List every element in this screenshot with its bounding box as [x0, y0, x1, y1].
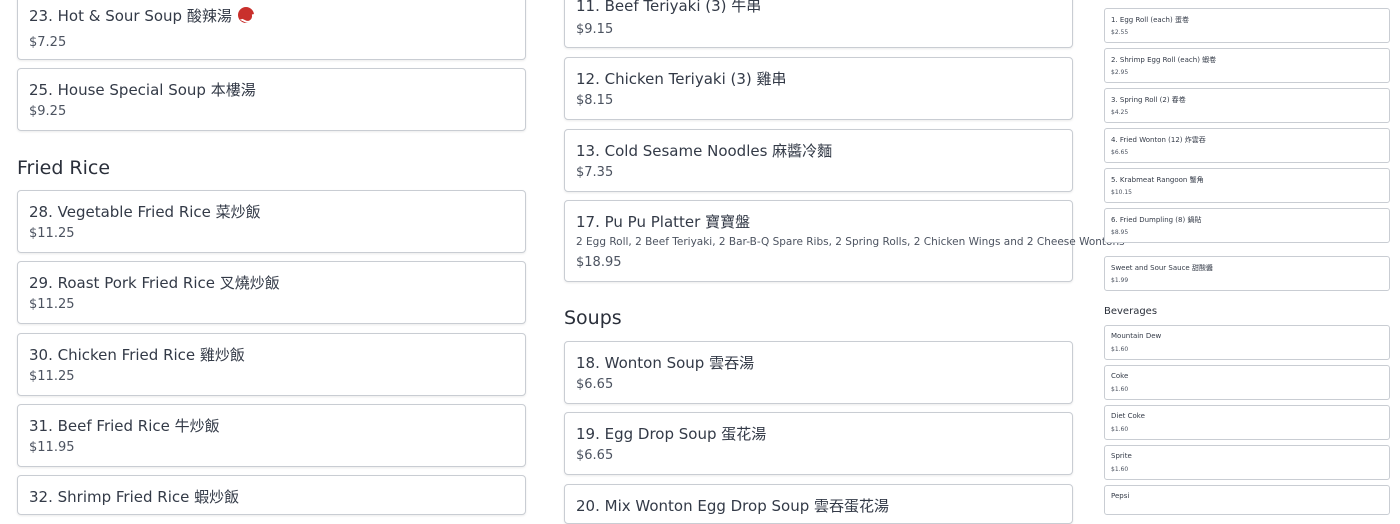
menu-item-price: $11.25 — [29, 369, 75, 384]
menu-item-card[interactable]: Sprite $1.60 — [1104, 445, 1390, 480]
menu-item-price: $9.25 — [29, 104, 67, 119]
menu-item-price: $1.60 — [1111, 466, 1129, 473]
menu-item-card[interactable]: 2. Shrimp Egg Roll (each) 蝦卷 $2.95 — [1104, 48, 1390, 83]
menu-item-price: $1.60 — [1111, 386, 1129, 393]
section-title-fried-rice: Fried Rice — [17, 157, 111, 179]
menu-item-card[interactable]: 32. Shrimp Fried Rice 蝦炒飯 — [17, 475, 526, 515]
section-title-soups: Soups — [564, 307, 622, 329]
menu-item-card[interactable]: 6. Fried Dumpling (8) 鍋貼 $8.95 — [1104, 208, 1390, 243]
menu-item-name: Sweet and Sour Sauce 甜酸醬 — [1111, 264, 1213, 272]
menu-item-name: 19. Egg Drop Soup 蛋花湯 — [576, 425, 767, 443]
menu-item-name: Sprite — [1111, 452, 1132, 460]
menu-item-price: $2.55 — [1111, 29, 1129, 36]
menu-item-name: 23. Hot & Sour Soup 酸辣湯 — [29, 5, 254, 26]
menu-item-card[interactable]: 17. Pu Pu Platter 寶寶盤 2 Egg Roll, 2 Beef… — [564, 200, 1125, 282]
menu-item-name: 32. Shrimp Fried Rice 蝦炒飯 — [29, 488, 240, 506]
menu-item-name: 12. Chicken Teriyaki (3) 雞串 — [576, 70, 787, 88]
menu-item-price: $7.35 — [576, 165, 614, 180]
menu-item-card[interactable]: 29. Roast Pork Fried Rice 叉燒炒飯 $11.25 — [17, 261, 526, 324]
menu-item-price: $6.65 — [576, 377, 614, 392]
menu-item-name: 4. Fried Wonton (12) 炸雲吞 — [1111, 136, 1206, 144]
menu-item-name: 6. Fried Dumpling (8) 鍋貼 — [1111, 216, 1202, 224]
menu-item-card[interactable]: 12. Chicken Teriyaki (3) 雞串 $8.15 — [564, 57, 1073, 120]
menu-item-card[interactable]: 30. Chicken Fried Rice 雞炒飯 $11.25 — [17, 333, 526, 396]
menu-item-card[interactable]: 23. Hot & Sour Soup 酸辣湯 $7.25 — [17, 0, 526, 60]
menu-item-price: $9.15 — [576, 22, 614, 37]
menu-item-name: 28. Vegetable Fried Rice 菜炒飯 — [29, 203, 261, 221]
menu-item-card[interactable]: 18. Wonton Soup 雲吞湯 $6.65 — [564, 341, 1073, 404]
menu-item-card[interactable]: 19. Egg Drop Soup 蛋花湯 $6.65 — [564, 412, 1073, 475]
menu-item-name: Coke — [1111, 372, 1129, 380]
menu-item-card[interactable]: Diet Coke $1.60 — [1104, 405, 1390, 440]
menu-item-price: $1.60 — [1111, 426, 1129, 433]
menu-item-price: $6.65 — [576, 448, 614, 463]
menu-item-name: 25. House Special Soup 本樓湯 — [29, 81, 256, 99]
menu-item-price: $10.15 — [1111, 189, 1132, 196]
menu-item-name: 1. Egg Roll (each) 蛋卷 — [1111, 16, 1189, 24]
menu-item-price: $18.95 — [576, 255, 622, 270]
menu-item-price: $6.65 — [1111, 149, 1129, 156]
menu-item-card[interactable]: 1. Egg Roll (each) 蛋卷 $2.55 — [1104, 8, 1390, 43]
menu-item-card[interactable]: 31. Beef Fried Rice 牛炒飯 $11.95 — [17, 404, 526, 467]
menu-item-card[interactable]: 11. Beef Teriyaki (3) 牛串 $9.15 — [564, 0, 1073, 48]
menu-item-card[interactable]: 3. Spring Roll (2) 春卷 $4.25 — [1104, 88, 1390, 123]
menu-item-name: 17. Pu Pu Platter 寶寶盤 — [576, 213, 751, 231]
menu-item-price: $2.95 — [1111, 69, 1129, 76]
section-title-beverages: Beverages — [1104, 306, 1158, 317]
menu-item-card[interactable]: Mountain Dew $1.60 — [1104, 325, 1390, 360]
menu-item-card[interactable]: 13. Cold Sesame Noodles 麻醬冷麵 $7.35 — [564, 129, 1073, 192]
menu-item-card[interactable]: 20. Mix Wonton Egg Drop Soup 雲吞蛋花湯 — [564, 484, 1073, 524]
chili-pepper-icon — [237, 7, 254, 23]
menu-item-card[interactable]: Sweet and Sour Sauce 甜酸醬 $1.99 — [1104, 256, 1390, 291]
menu-item-card[interactable]: 28. Vegetable Fried Rice 菜炒飯 $11.25 — [17, 190, 526, 253]
menu-item-name: 2. Shrimp Egg Roll (each) 蝦卷 — [1111, 56, 1217, 64]
menu-item-card[interactable]: 4. Fried Wonton (12) 炸雲吞 $6.65 — [1104, 128, 1390, 163]
menu-item-name: 5. Krabmeat Rangoon 蟹角 — [1111, 176, 1204, 184]
menu-item-price: $8.95 — [1111, 229, 1129, 236]
menu-item-name: 29. Roast Pork Fried Rice 叉燒炒飯 — [29, 274, 280, 292]
menu-item-name: 18. Wonton Soup 雲吞湯 — [576, 354, 755, 372]
menu-item-price: $11.25 — [29, 297, 75, 312]
menu-item-name: 30. Chicken Fried Rice 雞炒飯 — [29, 346, 245, 364]
menu-item-price: $11.25 — [29, 226, 75, 241]
menu-item-name: 13. Cold Sesame Noodles 麻醬冷麵 — [576, 142, 833, 160]
menu-item-description: 2 Egg Roll, 2 Beef Teriyaki, 2 Bar-B-Q S… — [576, 236, 1125, 248]
menu-item-price: $4.25 — [1111, 109, 1129, 116]
menu-item-price: $1.60 — [1111, 346, 1129, 353]
menu-item-name: Pepsi — [1111, 492, 1130, 500]
menu-item-card[interactable]: 25. House Special Soup 本樓湯 $9.25 — [17, 68, 526, 131]
menu-item-name: 20. Mix Wonton Egg Drop Soup 雲吞蛋花湯 — [576, 497, 889, 515]
menu-item-name: Diet Coke — [1111, 412, 1145, 420]
menu-item-name: 3. Spring Roll (2) 春卷 — [1111, 96, 1186, 104]
menu-item-name: 11. Beef Teriyaki (3) 牛串 — [576, 0, 762, 15]
menu-item-card[interactable]: Pepsi — [1104, 485, 1390, 515]
menu-item-price: $11.95 — [29, 440, 75, 455]
menu-item-name: Mountain Dew — [1111, 332, 1162, 340]
menu-item-card[interactable]: Coke $1.60 — [1104, 365, 1390, 400]
menu-item-card[interactable]: 5. Krabmeat Rangoon 蟹角 $10.15 — [1104, 168, 1390, 203]
menu-item-price: $1.99 — [1111, 277, 1129, 284]
menu-item-price: $8.15 — [576, 93, 614, 108]
menu-item-price: $7.25 — [29, 35, 67, 50]
menu-item-name: 31. Beef Fried Rice 牛炒飯 — [29, 417, 220, 435]
